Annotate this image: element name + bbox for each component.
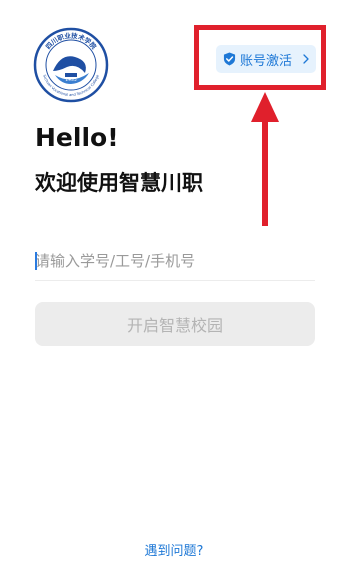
hello-heading: Hello! (35, 123, 119, 152)
text-caret (35, 252, 37, 270)
chevron-right-icon (303, 54, 309, 64)
school-logo-icon: 四川职业技术学院 Sichuan Vocational and Technica… (33, 27, 109, 103)
id-input[interactable] (35, 244, 315, 278)
welcome-title: 欢迎使用智慧川职 (35, 171, 203, 195)
account-activate-button[interactable]: 账号激活 (216, 45, 316, 73)
help-link[interactable]: 遇到问题? (0, 540, 348, 559)
account-activate-label: 账号激活 (240, 53, 293, 69)
annotation-arrow-icon (251, 92, 279, 226)
id-input-container (35, 244, 315, 281)
logo-year: 1935 (65, 77, 77, 83)
start-smart-campus-button[interactable]: 开启智慧校园 (35, 302, 315, 346)
shield-check-icon (223, 52, 236, 66)
